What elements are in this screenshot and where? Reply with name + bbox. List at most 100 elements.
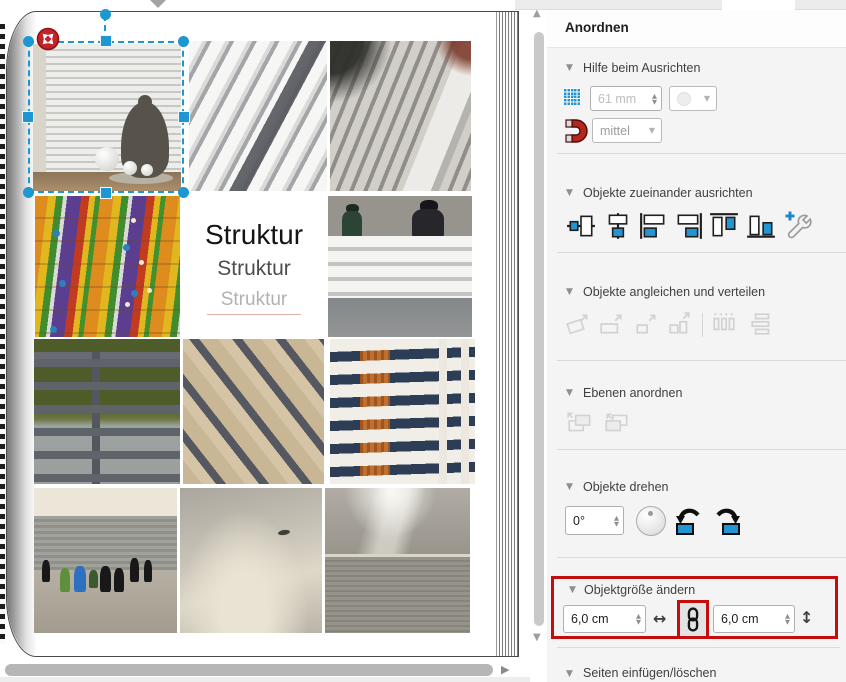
photo-detail [100,566,111,592]
photo-detail [328,298,472,337]
chain-link-icon [683,606,703,633]
knob-indicator-dot [648,511,653,516]
aspect-lock-chain-button[interactable] [680,603,706,636]
section-separator [557,449,846,450]
section-separator [557,360,846,361]
match-rotation-icon-disabled [565,311,591,337]
selection-corner-handle[interactable] [178,187,189,198]
match-width-icon-disabled [599,311,625,337]
collapse-triangle-icon[interactable]: ▼ [566,64,573,73]
photo-detail [131,218,136,223]
photo-beach-people[interactable] [34,488,177,633]
selection-corner-handle[interactable] [23,187,34,198]
snap-strength-dropdown[interactable]: mittel ▼ [592,118,662,143]
collapse-triangle-icon[interactable]: ▼ [566,483,573,492]
rotation-angle-input[interactable]: 0° ▲▼ [565,506,624,535]
selection-edge-handle[interactable] [100,187,112,199]
grid-icon [564,88,581,105]
struktur-subheading: Struktur [217,257,291,281]
bring-forward-icon-disabled [566,410,594,436]
grid-spacing-input[interactable]: 61 mm ▲▼ [590,86,662,111]
match-height-icon-disabled [633,311,659,337]
panel-title: Anordnen [565,20,629,35]
photo-detail [130,558,139,582]
spinner-down-icon: ▼ [652,99,657,105]
rotate-counterclockwise-icon[interactable] [673,505,705,536]
rotation-handle[interactable] [100,9,111,20]
section-separator [557,557,846,558]
rotate-clockwise-icon[interactable] [711,505,743,536]
photo-fence-person[interactable] [328,196,472,337]
photo-railing[interactable] [34,339,180,484]
text-cell-struktur[interactable]: Struktur Struktur Struktur [183,196,325,337]
horizontal-resize-icon: ↔ [653,609,666,628]
photo-metal-grating[interactable] [330,41,471,191]
scroll-down-icon[interactable]: ▼ [533,632,541,643]
align-horizontal-center-icon[interactable] [603,212,633,240]
collapse-triangle-icon[interactable]: ▼ [566,389,573,398]
photo-boardwalk[interactable] [183,339,324,484]
section-label-layers: Ebenen anordnen [583,386,682,400]
dropdown-arrow-icon: ▼ [704,94,710,103]
photo-detail [34,344,180,484]
align-right-icon[interactable] [673,212,703,240]
photo-cloudy-sky[interactable] [180,488,322,633]
move-object-icon[interactable] [36,27,60,51]
object-height-input[interactable]: 6,0 cm ▲▼ [713,605,795,633]
selection-edge-handle[interactable] [100,35,112,47]
height-spinner[interactable]: ▲▼ [785,613,790,625]
photo-bench-slats[interactable] [189,41,327,191]
collapse-triangle-icon[interactable]: ▼ [566,189,573,198]
spinner-down-icon: ▼ [614,521,619,527]
icon-divider [702,313,703,337]
match-size-icon-disabled [667,311,693,337]
distribute-horizontal-icon-disabled [711,311,737,337]
selection-edge-handle[interactable] [178,111,190,123]
scroll-up-icon[interactable]: ▲ [533,8,541,19]
scroll-right-icon[interactable]: ▶ [501,663,509,676]
photo-detail [425,339,475,484]
spinner-down-icon: ▼ [785,619,790,625]
section-separator [557,647,840,648]
more-align-settings-icon[interactable] [783,210,815,240]
bleed-edge-marker [0,24,5,644]
distribute-vertical-icon-disabled [749,311,775,337]
selection-corner-handle[interactable] [178,36,189,47]
object-width-input[interactable]: 6,0 cm ▲▼ [563,605,646,633]
align-left-icon[interactable] [639,212,669,240]
selection-corner-handle[interactable] [23,36,34,47]
align-vertical-center-icon[interactable] [566,212,596,240]
photo-detail [60,568,70,592]
photo-detail [89,570,98,588]
align-top-icon[interactable] [709,212,739,240]
photo-detail [412,209,444,237]
section-label-equalize: Objekte angleichen und verteilen [583,285,765,299]
photo-graffiti-wall[interactable] [35,196,180,337]
collapse-triangle-icon[interactable]: ▼ [566,288,573,297]
photo-detail [53,230,60,237]
section-label-align-help: Hilfe beim Ausrichten [583,61,700,75]
selection-frame[interactable] [28,41,184,193]
photo-detail [74,566,86,592]
grid-color-dropdown[interactable]: ▼ [669,86,717,111]
photo-detail [34,516,177,570]
photo-sea-rays[interactable] [325,488,470,633]
active-panel-tab[interactable] [722,0,795,10]
vertical-scrollbar-thumb[interactable] [534,32,544,626]
section-label-rotate: Objekte drehen [583,480,668,494]
section-label-pages: Seiten einfügen/löschen [583,666,716,680]
rotation-knob[interactable] [636,506,666,536]
grid-spacing-spinner[interactable]: ▲▼ [652,93,657,105]
photo-wicker[interactable] [330,339,475,484]
section-separator [557,252,846,253]
collapse-triangle-icon[interactable]: ▼ [566,670,573,679]
section-label-resize: Objektgröße ändern [584,583,695,597]
top-tab-strip [515,0,846,10]
horizontal-scrollbar-thumb[interactable] [5,664,493,676]
selection-edge-handle[interactable] [22,111,34,123]
collapse-triangle-icon[interactable]: ▼ [569,586,576,595]
grid-color-swatch [677,92,691,106]
angle-spinner[interactable]: ▲▼ [614,515,619,527]
align-bottom-icon[interactable] [746,212,776,240]
width-spinner[interactable]: ▲▼ [636,613,641,625]
